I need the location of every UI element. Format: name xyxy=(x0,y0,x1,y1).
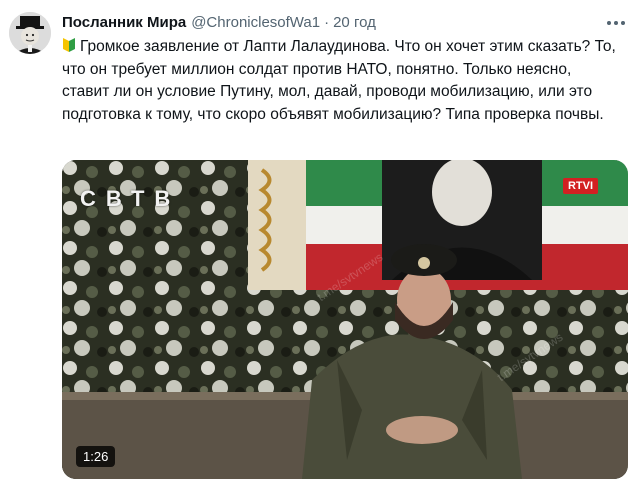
tweet-card: Посланник Мира @ChroniclesofWa1 · 20 год… xyxy=(0,0,637,488)
tweet-text: Громкое заявление от Лапти Лалаудинова. … xyxy=(62,38,616,123)
avatar[interactable] xyxy=(9,12,51,54)
more-options-icon[interactable] xyxy=(605,12,627,34)
japanese-beginner-badge-icon xyxy=(62,37,76,53)
svtv-logo: СВТВ xyxy=(80,186,181,211)
tweet-text-container: Громкое заявление от Лапти Лалаудинова. … xyxy=(62,36,617,126)
author-handle[interactable]: @ChroniclesofWa1 xyxy=(191,14,320,31)
separator-dot: · xyxy=(324,14,330,31)
author-name[interactable]: Посланник Мира xyxy=(62,14,186,31)
video-player[interactable]: СВТВ RTVI t.me/svtvnews t.me/svtvnews 1:… xyxy=(62,160,628,479)
video-duration: 1:26 xyxy=(76,446,116,467)
timestamp[interactable]: 20 год xyxy=(333,14,376,31)
tweet-header: Посланник Мира @ChroniclesofWa1 · 20 год xyxy=(62,14,376,31)
channel-badge: RTVI xyxy=(562,178,598,194)
